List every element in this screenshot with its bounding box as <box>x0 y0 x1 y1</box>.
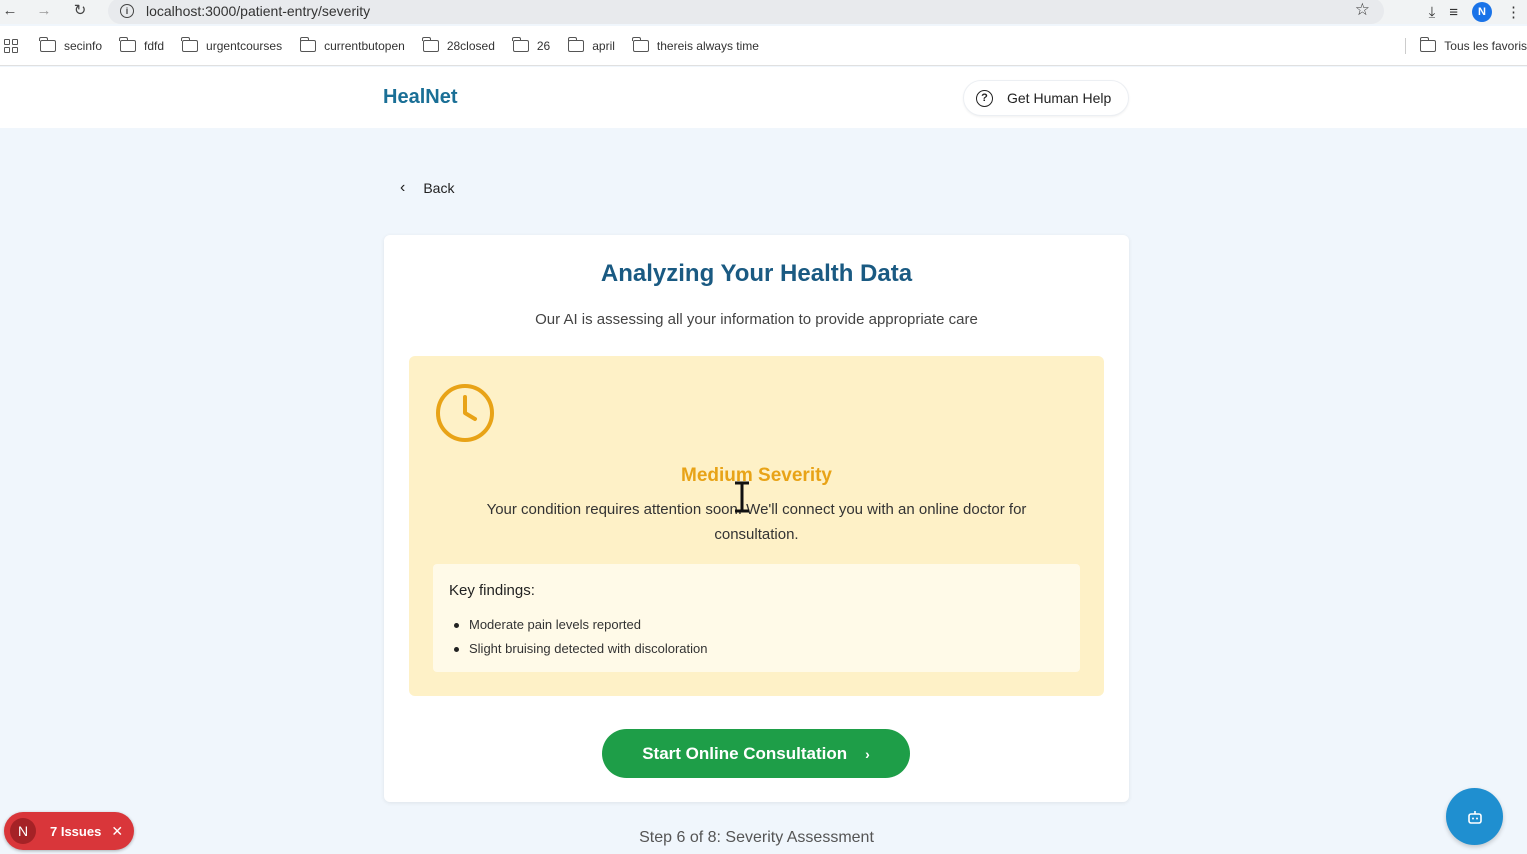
bookmark-folder[interactable]: april <box>567 36 615 53</box>
forward-arrow-icon[interactable]: → <box>34 0 54 20</box>
folder-icon <box>181 36 199 52</box>
list-item: Slight bruising detected with discolorat… <box>449 637 1064 661</box>
start-online-consultation-button[interactable]: Start Online Consultation › <box>602 729 910 778</box>
text-cursor-icon <box>735 481 749 513</box>
folder-icon <box>119 36 137 52</box>
profile-avatar[interactable]: N <box>1472 2 1492 22</box>
reload-icon[interactable]: ↻ <box>70 0 90 20</box>
bookmark-folder[interactable]: urgentcourses <box>181 36 282 53</box>
download-icon[interactable]: ⤓ <box>1429 4 1436 21</box>
back-label: Back <box>423 180 455 196</box>
issues-count[interactable]: 7 Issues <box>50 824 101 839</box>
severity-card: Analyzing Your Health Data Our AI is ass… <box>384 235 1129 802</box>
bookmark-star-icon[interactable]: ☆ <box>1355 0 1370 20</box>
bookmarks-bar: secinfo fdfd urgentcourses currentbutope… <box>0 26 1527 66</box>
back-arrow-icon[interactable]: ← <box>0 0 20 20</box>
folder-icon <box>1419 36 1437 52</box>
folder-icon <box>39 36 56 52</box>
folder-icon <box>422 36 439 52</box>
severity-description: Your condition requires attention soon. … <box>486 501 1027 543</box>
all-bookmarks[interactable]: Tous les favoris <box>1405 36 1527 54</box>
more-menu-icon[interactable]: ⋮ <box>1506 3 1521 21</box>
browser-toolbar: ← → ↻ i localhost:3000/patient-entry/sev… <box>0 0 1527 24</box>
folder-icon <box>632 36 649 52</box>
step-indicator: Step 6 of 8: Severity Assessment <box>639 829 874 846</box>
findings-list: Moderate pain levels reported Slight bru… <box>449 613 1064 661</box>
key-findings-box: Key findings: Moderate pain levels repor… <box>433 564 1080 672</box>
issues-badge[interactable]: N 7 Issues ✕ <box>4 812 134 850</box>
findings-title: Key findings: <box>449 582 535 599</box>
severity-panel: Medium Severity Your condition requires … <box>409 356 1104 696</box>
severity-level: Medium Severity <box>681 465 832 486</box>
clock-icon <box>436 384 494 442</box>
folder-icon <box>567 36 585 52</box>
help-label: Get Human Help <box>1007 90 1112 106</box>
bookmark-folder[interactable]: 28closed <box>422 36 495 53</box>
question-circle-icon: ? <box>976 89 993 107</box>
list-item: Moderate pain levels reported <box>449 613 1064 637</box>
page-title: Analyzing Your Health Data <box>600 260 913 287</box>
address-bar[interactable]: i localhost:3000/patient-entry/severity … <box>108 0 1384 24</box>
bookmark-folder[interactable]: fdfd <box>119 36 164 53</box>
bookmark-folder[interactable]: currentbutopen <box>299 36 405 53</box>
get-human-help-button[interactable]: ? Get Human Help <box>963 80 1129 116</box>
folder-icon <box>299 36 317 52</box>
bookmark-folder[interactable]: 26 <box>512 36 550 53</box>
logo[interactable]: HealNet <box>383 86 457 109</box>
chevron-left-icon: ‹ <box>400 179 406 196</box>
issues-initial: N <box>10 818 36 844</box>
close-icon[interactable]: ✕ <box>111 823 123 840</box>
page-subtitle: Our AI is assessing all your information… <box>535 311 978 328</box>
app-header: HealNet ? Get Human Help <box>0 67 1527 128</box>
reading-list-icon[interactable]: ≡ <box>1449 4 1458 21</box>
bookmark-folder[interactable]: secinfo <box>39 36 102 53</box>
chevron-right-icon: › <box>865 745 870 762</box>
bookmark-folder[interactable]: thereis always time <box>632 36 759 53</box>
chat-bot-button[interactable] <box>1446 788 1503 845</box>
site-info-icon[interactable]: i <box>120 4 134 18</box>
cta-label: Start Online Consultation <box>642 743 848 763</box>
folder-icon <box>512 36 529 52</box>
robot-icon <box>1467 810 1482 824</box>
back-link[interactable]: ‹ Back <box>400 179 454 197</box>
browser-tools: ⤓ ≡ N ⋮ <box>1429 0 1527 24</box>
apps-grid-icon[interactable] <box>4 38 18 53</box>
divider <box>1405 37 1407 54</box>
url-text: localhost:3000/patient-entry/severity <box>146 3 371 19</box>
